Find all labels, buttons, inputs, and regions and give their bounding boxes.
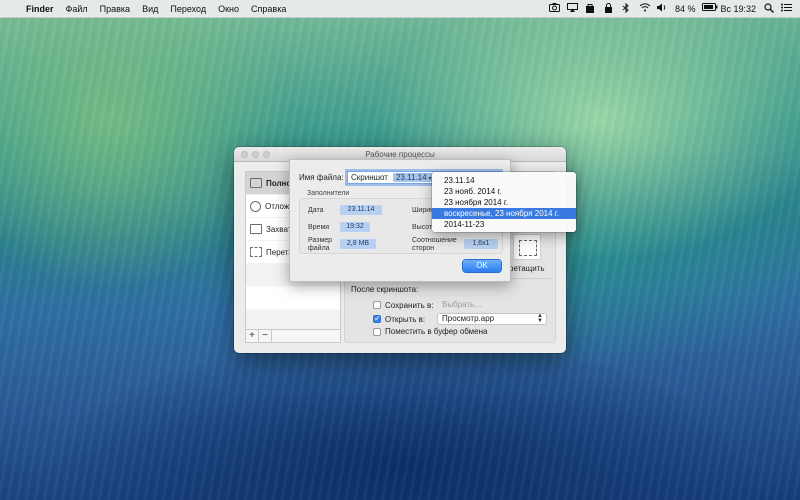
save-to-row: Сохранить в: Выбрать… — [373, 299, 547, 311]
date-format-dropdown: 23.11.14 23 нояб. 2014 г. 23 ноября 2014… — [432, 172, 576, 232]
open-in-checkbox[interactable] — [373, 314, 381, 323]
menu-help[interactable]: Справка — [245, 4, 292, 14]
clock-icon — [250, 200, 261, 212]
notification-center-icon[interactable] — [781, 3, 792, 14]
menu-extras: 84 % Вс 19:32 — [548, 2, 800, 14]
menu-finder[interactable]: Finder — [22, 4, 60, 14]
date-format-option[interactable]: 23 ноября 2014 г. — [432, 197, 576, 208]
airplay-icon[interactable] — [566, 3, 578, 14]
menu-view[interactable]: Вид — [136, 4, 164, 14]
lock-icon[interactable] — [603, 3, 614, 14]
time-token[interactable]: 19:32 — [340, 222, 370, 232]
ratio-label: Соотношение сторон — [412, 237, 457, 252]
clipboard-checkbox[interactable] — [373, 327, 381, 336]
display-icon — [250, 178, 262, 188]
drag-area-label: ретащить — [509, 264, 545, 273]
time-label: Время — [308, 224, 330, 231]
date-token[interactable]: 23.11.14 — [340, 205, 382, 215]
date-format-option[interactable]: 23.11.14 — [432, 175, 576, 186]
ok-button[interactable]: OK — [463, 260, 501, 272]
zoom-button[interactable] — [263, 151, 270, 158]
drag-area-icon[interactable] — [513, 234, 541, 260]
sidebar-empty-row — [246, 287, 340, 310]
window-title: Рабочие процессы — [365, 150, 435, 159]
save-to-label: Сохранить в: — [385, 300, 434, 310]
open-in-select[interactable]: Просмотр.app ▲ ▼ — [437, 313, 547, 325]
date-format-option[interactable]: 2014-11-23 — [432, 219, 576, 230]
window-icon — [250, 224, 262, 234]
battery-icon[interactable] — [702, 3, 718, 14]
bluetooth-icon[interactable] — [621, 2, 632, 14]
add-workflow-button[interactable]: + — [246, 330, 259, 342]
width-label: Ширин — [412, 207, 434, 214]
menu-go[interactable]: Переход — [164, 4, 212, 14]
wifi-icon[interactable] — [639, 3, 651, 14]
open-in-label: Открыть в: — [385, 314, 426, 324]
filename-text: Скриншот — [351, 173, 388, 182]
remove-workflow-button[interactable]: − — [259, 330, 272, 342]
date-format-option[interactable]: 23 нояб. 2014 г. — [432, 186, 576, 197]
size-token[interactable]: 2,8 MB — [340, 239, 376, 249]
size-label: Размер файла — [308, 237, 333, 252]
clock[interactable]: Вс 19:32 — [720, 4, 756, 14]
selection-icon — [250, 247, 262, 257]
save-to-select[interactable]: Выбрать… — [437, 299, 547, 311]
date-label: Дата — [308, 207, 324, 214]
search-icon[interactable] — [763, 3, 774, 14]
filename-label: Имя файла: — [299, 173, 344, 182]
menu-edit[interactable]: Правка — [94, 4, 136, 14]
clipboard-label: Поместить в буфер обмена — [385, 327, 488, 336]
menu-bar: Finder Файл Правка Вид Переход Окно Спра… — [0, 0, 800, 18]
date-format-option-selected[interactable]: воскресенье, 23 ноября 2014 г. — [432, 208, 576, 219]
save-to-checkbox[interactable] — [373, 301, 381, 309]
after-screenshot-title: После скриншота: — [351, 285, 419, 294]
filename-date-token[interactable]: 23.11.14 ▾ — [392, 173, 435, 182]
ratio-token[interactable]: 1,6x1 — [464, 239, 498, 249]
menu-file[interactable]: Файл — [60, 4, 94, 14]
select-arrows-icon: ▲ ▼ — [537, 313, 543, 324]
minimize-button[interactable] — [252, 151, 259, 158]
window-controls — [241, 151, 270, 158]
camera-icon[interactable] — [548, 3, 560, 14]
volume-icon[interactable] — [656, 3, 668, 14]
battery-percent[interactable]: 84 % — [675, 4, 696, 14]
menu-window[interactable]: Окно — [212, 4, 245, 14]
sidebar-footer: + − — [246, 329, 340, 342]
placeholders-label: Заполнители — [307, 190, 350, 197]
close-button[interactable] — [241, 151, 248, 158]
filename-date-token-text: 23.11.14 — [395, 173, 427, 182]
open-in-row: Открыть в: Просмотр.app ▲▼ — [373, 313, 547, 325]
clipboard-row: Поместить в буфер обмена — [373, 327, 488, 336]
bag-icon[interactable] — [585, 3, 596, 14]
open-in-value: Просмотр.app — [442, 314, 495, 323]
